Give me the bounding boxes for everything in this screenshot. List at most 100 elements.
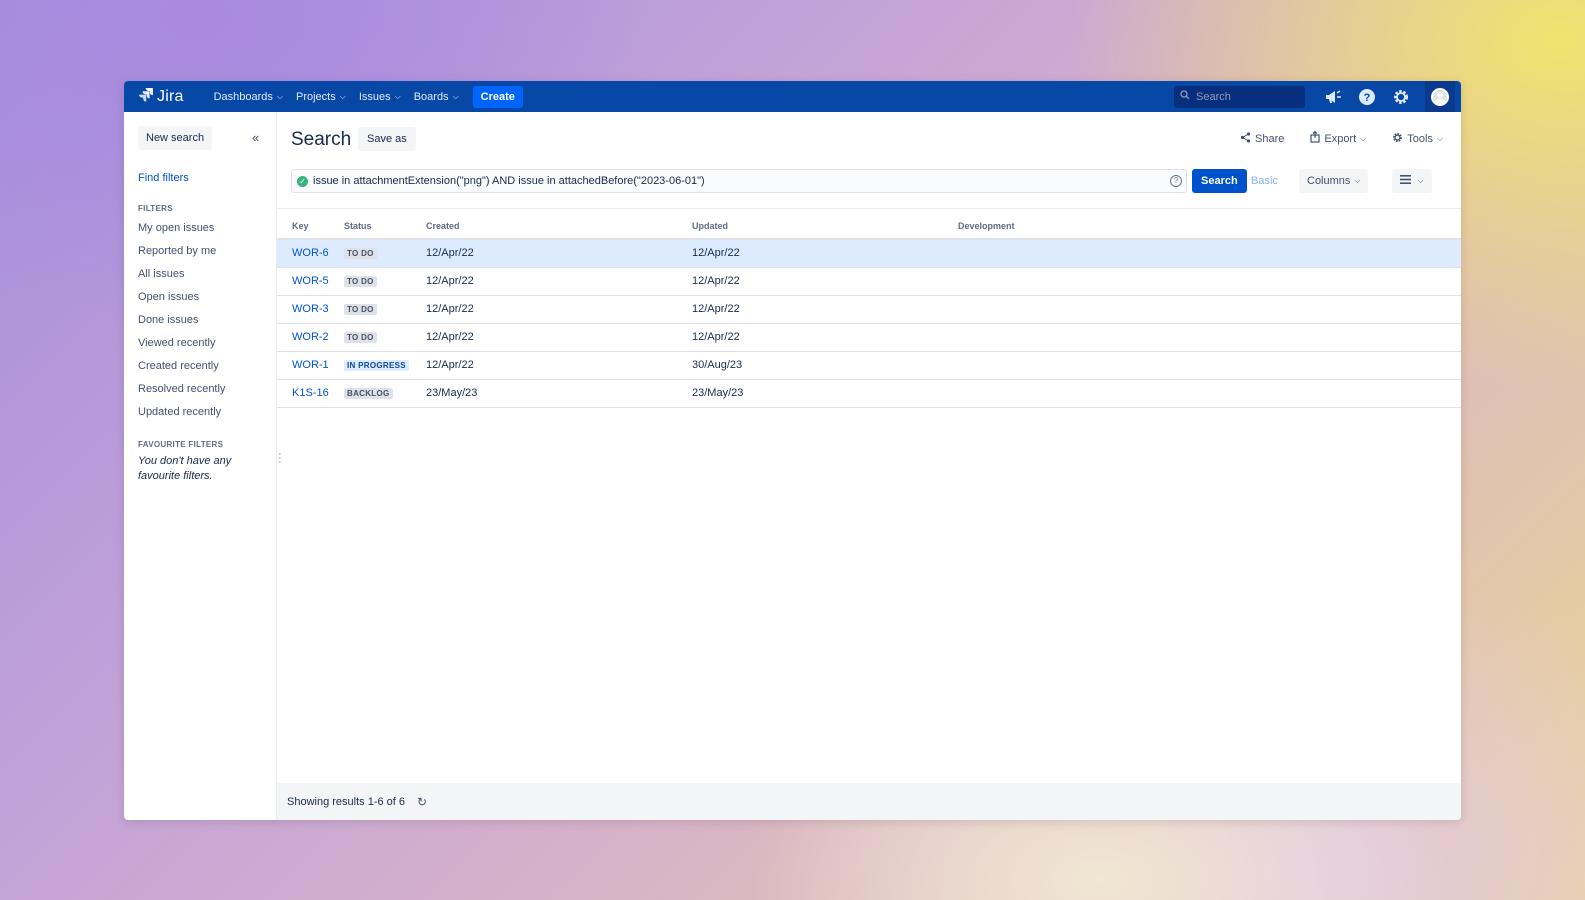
save-as-button[interactable]: Save as <box>358 127 416 151</box>
nav-dashboards-label: Dashboards <box>213 90 273 103</box>
chevron-down-icon: ⌵ <box>452 91 459 101</box>
created-cell: 12/Apr/22 <box>411 323 677 352</box>
filter-viewed-recently[interactable]: Viewed recently <box>138 332 276 355</box>
issue-key-link[interactable]: K1S-16 <box>292 387 329 399</box>
filter-reported-by-me[interactable]: Reported by me <box>138 240 276 263</box>
query-row: ✓ issue in attachmentExtension("png") AN… <box>291 169 1445 193</box>
column-header-key[interactable]: Key <box>277 214 329 240</box>
basic-search-link[interactable]: Basic <box>1251 175 1278 187</box>
find-filters-link[interactable]: Find filters <box>138 172 276 184</box>
nav-projects[interactable]: Projects ⌵ <box>296 91 346 103</box>
export-button[interactable]: Export ⌵ <box>1310 130 1366 146</box>
resize-handle-icon[interactable]: · · · <box>278 449 282 468</box>
columns-label: Columns <box>1307 175 1351 187</box>
refresh-icon[interactable]: ↻ <box>417 795 427 809</box>
column-header-development[interactable]: Development <box>943 214 1461 240</box>
created-cell: 12/Apr/22 <box>411 267 677 296</box>
status-badge: TO DO <box>344 248 377 260</box>
updated-cell: 23/May/23 <box>677 379 943 408</box>
new-search-button[interactable]: New search <box>138 126 213 150</box>
nav-boards[interactable]: Boards ⌵ <box>414 91 459 103</box>
created-cell: 12/Apr/22 <box>411 239 677 268</box>
nav-issues-label: Issues <box>358 90 391 103</box>
table-header-row: Key Status Created Updated Development <box>277 214 1461 240</box>
chevron-down-icon: ⌵ <box>1417 176 1424 185</box>
issue-key-link[interactable]: WOR-3 <box>292 303 329 315</box>
filters-sidebar: New search « Find filters FILTERS My ope… <box>124 112 277 820</box>
filter-created-recently[interactable]: Created recently <box>138 355 276 378</box>
filter-done-issues[interactable]: Done issues <box>138 309 276 332</box>
jira-window: Jira Dashboards ⌵ Projects ⌵ Issues ⌵ Bo… <box>124 81 1461 820</box>
filters-section-title: FILTERS <box>138 204 173 213</box>
table-row[interactable]: K1S-16 BACKLOG 23/May/23 23/May/23 <box>277 379 1461 408</box>
table-row[interactable]: WOR-2 TO DO 12/Apr/22 12/Apr/22 <box>277 323 1461 352</box>
collapse-sidebar-icon[interactable]: « <box>252 130 259 145</box>
share-icon <box>1240 131 1251 146</box>
header-actions: Share Export ⌵ Tools ⌵ <box>1240 130 1443 146</box>
issue-key-link[interactable]: WOR-5 <box>292 275 329 287</box>
search-button[interactable]: Search <box>1192 169 1247 193</box>
share-label: Share <box>1255 132 1285 145</box>
export-label: Export <box>1324 132 1357 145</box>
chevron-down-icon: ⌵ <box>1436 133 1443 143</box>
development-cell <box>943 267 1461 296</box>
issue-key-link[interactable]: WOR-1 <box>292 359 329 371</box>
favourite-filters-empty-text: You don't have any favourite filters. <box>138 455 232 482</box>
nav-issues[interactable]: Issues ⌵ <box>359 91 401 103</box>
avatar <box>1431 87 1449 106</box>
share-button[interactable]: Share <box>1240 131 1284 146</box>
chevron-down-icon: ⌵ <box>276 91 283 101</box>
status-badge: IN PROGRESS <box>344 360 409 371</box>
development-cell <box>943 351 1461 380</box>
nav-boards-label: Boards <box>413 90 449 103</box>
jira-logo-icon <box>138 87 154 106</box>
updated-cell: 12/Apr/22 <box>677 239 943 268</box>
column-header-updated[interactable]: Updated <box>677 214 943 240</box>
status-badge: TO DO <box>344 276 377 287</box>
help-icon[interactable]: ? <box>1170 175 1182 187</box>
issue-key-link[interactable]: WOR-6 <box>292 247 329 259</box>
create-button[interactable]: Create <box>472 85 523 108</box>
check-circle-icon: ✓ <box>297 175 308 187</box>
issue-key-link[interactable]: WOR-2 <box>292 331 329 343</box>
filter-open-issues[interactable]: Open issues <box>138 286 276 309</box>
filter-resolved-recently[interactable]: Resolved recently <box>138 378 276 401</box>
main-content: Search Save as Share Export ⌵ Tools ⌵ ✓ … <box>277 112 1461 820</box>
columns-button[interactable]: Columns ⌵ <box>1299 169 1369 193</box>
filter-all-issues[interactable]: All issues <box>138 263 276 286</box>
jira-logo[interactable]: Jira <box>138 87 184 106</box>
jira-logo-text: Jira <box>157 87 184 105</box>
help-icon[interactable]: ? <box>1357 87 1377 107</box>
nav-right-group: Search ? <box>1174 81 1455 112</box>
tools-button[interactable]: Tools ⌵ <box>1392 131 1443 146</box>
tools-label: Tools <box>1407 132 1433 145</box>
user-avatar-button[interactable] <box>1425 81 1455 112</box>
nav-search-placeholder: Search <box>1196 90 1231 103</box>
chevron-down-icon: ⌵ <box>339 91 346 101</box>
column-header-created[interactable]: Created <box>411 214 677 240</box>
updated-cell: 12/Apr/22 <box>677 267 943 296</box>
development-cell <box>943 295 1461 324</box>
created-cell: 23/May/23 <box>411 379 677 408</box>
column-header-status[interactable]: Status <box>329 214 411 240</box>
export-icon <box>1310 130 1320 146</box>
view-switcher-button[interactable]: ⌵ <box>1392 169 1432 193</box>
status-badge: TO DO <box>344 332 377 343</box>
gear-icon[interactable] <box>1391 87 1411 107</box>
top-navigation: Jira Dashboards ⌵ Projects ⌵ Issues ⌵ Bo… <box>124 81 1461 112</box>
filter-updated-recently[interactable]: Updated recently <box>138 401 276 424</box>
nav-search-input[interactable]: Search <box>1174 85 1305 108</box>
megaphone-icon[interactable] <box>1323 87 1343 107</box>
filter-my-open-issues[interactable]: My open issues <box>138 217 276 240</box>
header-divider <box>277 208 1461 209</box>
table-row[interactable]: WOR-5 TO DO 12/Apr/22 12/Apr/22 <box>277 267 1461 296</box>
gear-icon <box>1392 132 1403 146</box>
results-count: Showing results 1-6 of 6 <box>287 795 406 808</box>
svg-text:?: ? <box>1364 92 1371 104</box>
table-row[interactable]: WOR-1 IN PROGRESS 12/Apr/22 30/Aug/23 <box>277 351 1461 380</box>
development-cell <box>943 239 1461 268</box>
table-row[interactable]: WOR-3 TO DO 12/Apr/22 12/Apr/22 <box>277 295 1461 324</box>
nav-dashboards[interactable]: Dashboards ⌵ <box>214 91 283 103</box>
jql-query-input[interactable]: ✓ issue in attachmentExtension("png") AN… <box>291 169 1187 193</box>
table-row[interactable]: WOR-6 TO DO 12/Apr/22 12/Apr/22 <box>277 239 1461 268</box>
